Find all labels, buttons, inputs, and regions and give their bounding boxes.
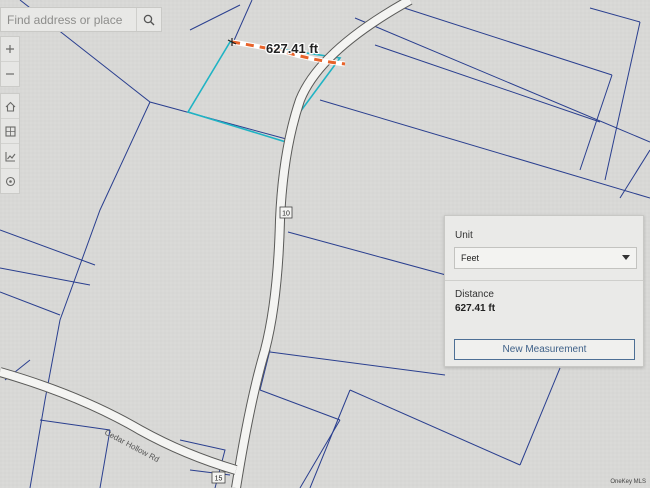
widget-controls [0,93,20,194]
measure-icon [4,151,15,162]
road-shield-10: 10 [279,206,293,219]
unit-label: Unit [455,230,473,241]
zoom-in-button[interactable] [1,37,19,61]
search-icon [143,14,155,25]
road-shield-15-label: 15 [215,476,223,483]
home-icon [5,101,15,112]
locate-icon [5,176,15,186]
basemap-button[interactable] [1,118,19,143]
measurement-panel: Unit Feet Distance 627.41 ft New Measure… [444,215,644,367]
road-shield-10-label: 10 [282,211,290,218]
unit-select[interactable]: Feet [454,247,637,269]
zoom-out-button[interactable] [1,61,19,86]
search-input[interactable] [1,8,136,31]
home-button[interactable] [1,94,19,118]
map-toolbar [0,36,20,194]
plus-icon [6,45,14,53]
panel-divider [445,280,643,281]
minus-icon [6,73,14,75]
zoom-controls [0,36,20,87]
caret-down-icon [622,255,630,260]
measure-button[interactable] [1,143,19,168]
distance-label: Distance [455,289,494,300]
distance-value: 627.41 ft [455,303,496,314]
unit-select-value: Feet [461,253,480,263]
road-shield-15: 15 [211,471,226,484]
locate-button[interactable] [1,168,19,193]
measurement-label: 627.41 ft [266,41,319,56]
basemap-icon [4,125,16,137]
search-bar [0,7,162,32]
map-credit: OneKey MLS [610,479,646,485]
new-measurement-button[interactable]: New Measurement [454,339,635,360]
search-button[interactable] [136,8,161,31]
